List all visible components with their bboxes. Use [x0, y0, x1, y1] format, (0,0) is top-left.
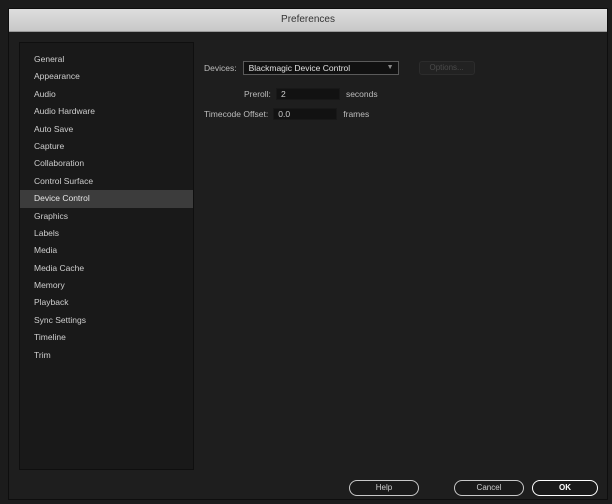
- sidebar-item-appearance[interactable]: Appearance: [20, 68, 193, 85]
- timecode-offset-unit: frames: [343, 109, 370, 119]
- devices-dropdown-value: Blackmagic Device Control: [248, 63, 351, 73]
- device-control-panel: Devices: Blackmagic Device Control ▼ Opt…: [199, 42, 599, 472]
- sidebar-item-sync-settings[interactable]: Sync Settings: [20, 312, 193, 329]
- preferences-dialog: Preferences General Appearance Audio Aud…: [8, 8, 608, 500]
- dialog-title: Preferences: [9, 9, 607, 32]
- sidebar-item-media[interactable]: Media: [20, 242, 193, 259]
- chevron-down-icon: ▼: [386, 64, 394, 71]
- sidebar-item-graphics[interactable]: Graphics: [20, 208, 193, 225]
- sidebar-item-collaboration[interactable]: Collaboration: [20, 155, 193, 172]
- sidebar-list: General Appearance Audio Audio Hardware …: [20, 43, 193, 364]
- preferences-sidebar: General Appearance Audio Audio Hardware …: [19, 42, 194, 470]
- sidebar-item-audio[interactable]: Audio: [20, 86, 193, 103]
- devices-dropdown[interactable]: Blackmagic Device Control ▼: [242, 61, 399, 75]
- sidebar-item-general[interactable]: General: [20, 51, 193, 68]
- help-button[interactable]: Help: [349, 480, 419, 496]
- sidebar-item-audio-hardware[interactable]: Audio Hardware: [20, 103, 193, 120]
- cancel-button[interactable]: Cancel: [454, 480, 524, 496]
- options-button[interactable]: Options...: [418, 61, 475, 75]
- sidebar-item-media-cache[interactable]: Media Cache: [20, 260, 193, 277]
- preroll-unit: seconds: [345, 89, 378, 99]
- sidebar-item-timeline[interactable]: Timeline: [20, 329, 193, 346]
- sidebar-item-memory[interactable]: Memory: [20, 277, 193, 294]
- sidebar-item-control-surface[interactable]: Control Surface: [20, 173, 193, 190]
- sidebar-item-trim[interactable]: Trim: [20, 347, 193, 364]
- timecode-offset-label: Timecode Offset:: [204, 109, 269, 119]
- ok-button[interactable]: OK: [532, 480, 598, 496]
- devices-label: Devices:: [204, 63, 237, 73]
- sidebar-item-playback[interactable]: Playback: [20, 294, 193, 311]
- preroll-input[interactable]: 2: [275, 88, 340, 100]
- timecode-offset-input[interactable]: 0.0: [273, 108, 338, 120]
- sidebar-item-auto-save[interactable]: Auto Save: [20, 121, 193, 138]
- sidebar-item-capture[interactable]: Capture: [20, 138, 193, 155]
- sidebar-item-labels[interactable]: Labels: [20, 225, 193, 242]
- sidebar-item-device-control[interactable]: Device Control: [20, 190, 193, 208]
- preroll-label: Preroll:: [244, 89, 271, 99]
